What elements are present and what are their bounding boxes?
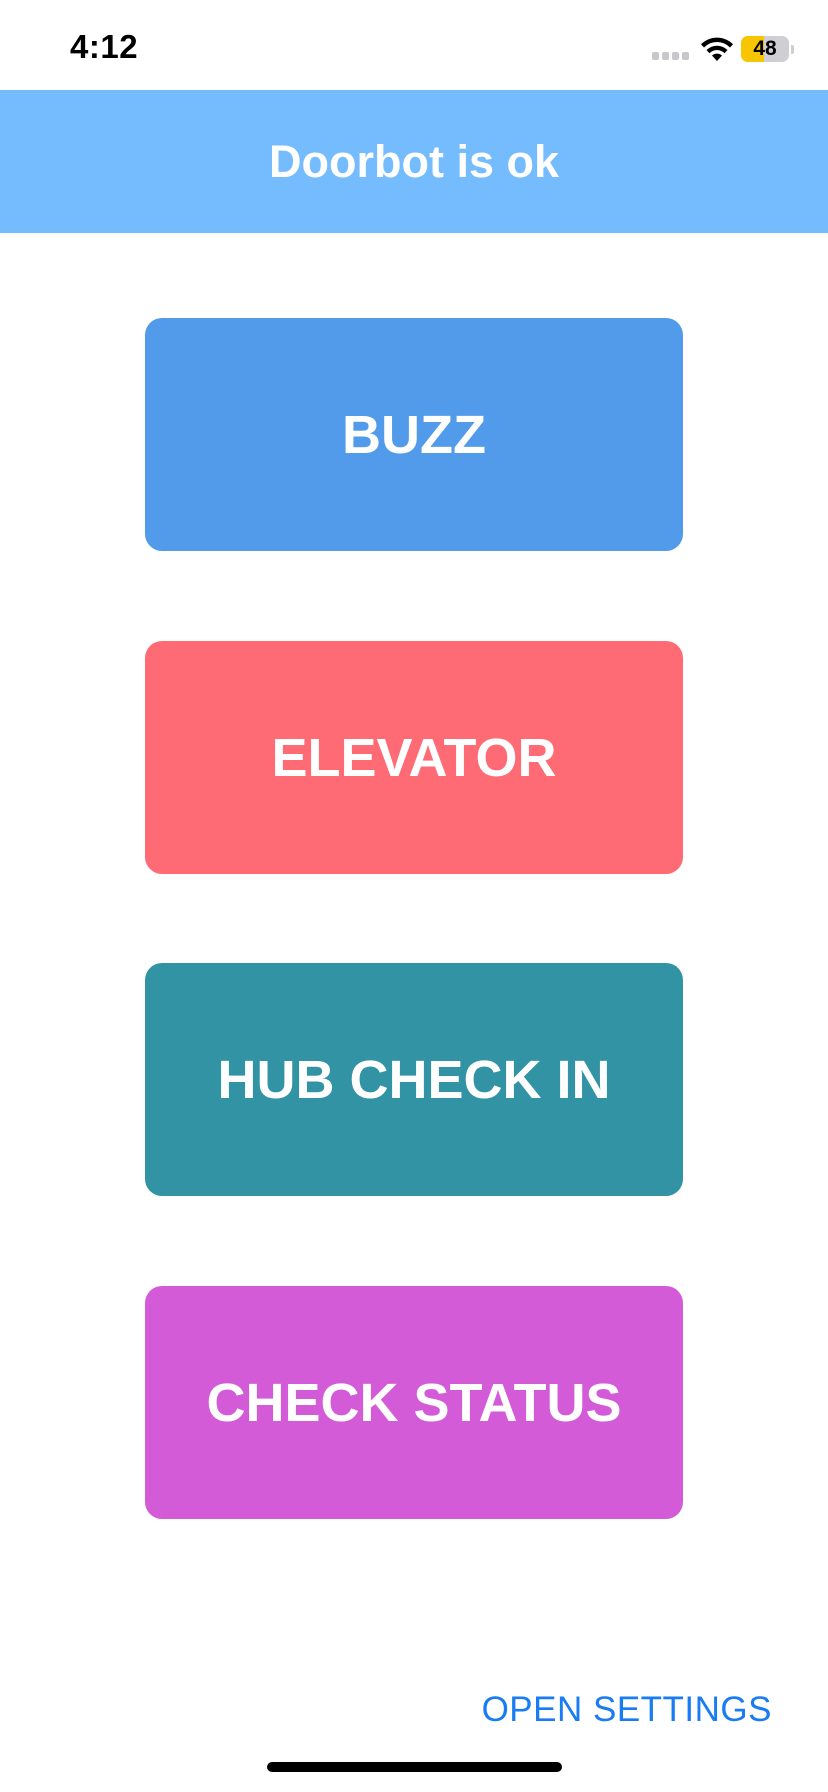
status-bar: 4:12 48 [0,0,828,90]
page-title: Doorbot is ok [269,135,559,187]
signal-icon [652,52,689,60]
home-indicator[interactable] [267,1762,562,1772]
elevator-button[interactable]: ELEVATOR [145,641,683,874]
status-header: Doorbot is ok [0,90,828,233]
battery-icon: 48 [741,36,789,62]
check-status-button[interactable]: CHECK STATUS [145,1286,683,1519]
buzz-button[interactable]: BUZZ [145,318,683,551]
status-time: 4:12 [70,28,139,65]
wifi-icon [701,37,733,61]
hub-check-in-button[interactable]: HUB CHECK IN [145,963,683,1196]
open-settings-link[interactable]: OPEN SETTINGS [482,1690,772,1730]
battery-percentage: 48 [753,37,777,60]
battery-nub [791,45,794,54]
